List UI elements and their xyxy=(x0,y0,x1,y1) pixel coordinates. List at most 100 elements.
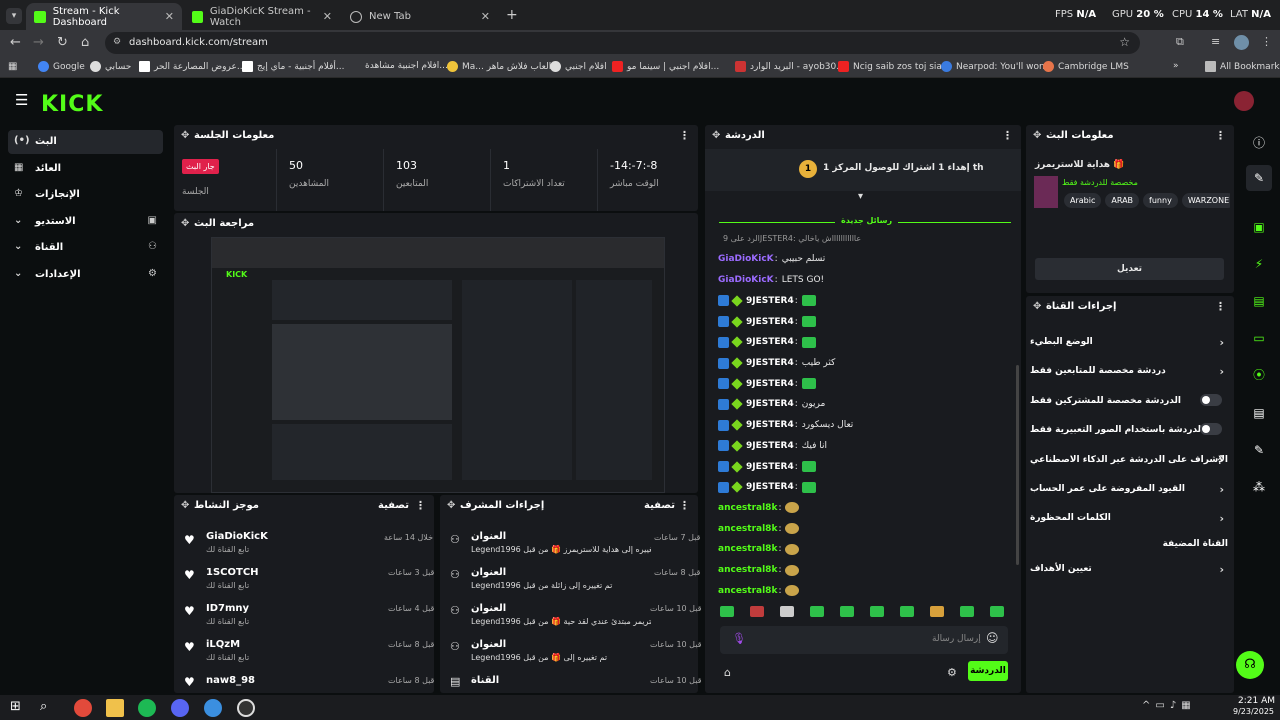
sidebar-item-stream[interactable]: (•) البث xyxy=(8,130,163,154)
list-item[interactable]: العنوانLegend1996 تم تغييره إلى لوقت است… xyxy=(471,603,651,626)
action-followers-only[interactable]: دردشة مخصصة للمتابعين فقط › xyxy=(1030,365,1230,378)
emote-icon[interactable] xyxy=(720,606,734,617)
tray-icons[interactable]: ^▭♪▦ xyxy=(1142,700,1196,711)
action-ai-moderation[interactable]: الإشراف على الدردشة عبر الذكاء الاصطناعي… xyxy=(1030,454,1230,465)
discord-icon[interactable] xyxy=(171,699,189,717)
list-item[interactable]: naw8_98 xyxy=(206,675,255,686)
lightning-icon[interactable]: ⚡ xyxy=(1246,251,1272,277)
emote-icon[interactable] xyxy=(870,606,884,617)
action-slow-mode[interactable]: الوضع البطيء › xyxy=(1030,336,1230,349)
chat-message[interactable]: 9JESTER4: xyxy=(718,481,816,493)
reload-icon[interactable]: ↻ xyxy=(57,35,68,50)
chat-message[interactable]: GiaDioKicK: تسلم حبيبي xyxy=(718,254,825,264)
sidebar-item-studio[interactable]: ⌄ الاستديو ▣ xyxy=(8,210,163,234)
user-avatar[interactable] xyxy=(1234,91,1254,111)
sidebar-item-settings[interactable]: ⌄ الإعدادات ⚙ xyxy=(8,263,163,287)
extensions-icon[interactable]: ⧉ xyxy=(1176,35,1184,49)
chat-username[interactable]: 9JESTER4 xyxy=(746,462,794,472)
edit-icon[interactable]: ✎ xyxy=(1246,165,1272,191)
new-tab-button[interactable]: + xyxy=(506,7,518,23)
chat-store-icon[interactable]: ⌂ xyxy=(724,666,731,679)
chat-scrollbar[interactable] xyxy=(1016,365,1019,565)
chat-username[interactable]: 9JESTER4 xyxy=(746,482,794,492)
bookmark-8[interactable]: افلام اجنبي | سينما مو... xyxy=(612,61,719,72)
move-icon[interactable]: ✥ xyxy=(181,218,189,229)
action-host-channel[interactable]: القناة المضيفة xyxy=(1030,539,1228,549)
move-icon[interactable]: ✥ xyxy=(1033,130,1041,141)
widget-icon[interactable]: ▣ xyxy=(1246,214,1272,240)
wrench-icon[interactable]: ✎ xyxy=(1246,437,1272,463)
emote-icon[interactable] xyxy=(960,606,974,617)
more-icon[interactable]: ⋮ xyxy=(1002,129,1013,142)
move-icon[interactable]: ✥ xyxy=(1033,301,1041,312)
chat-username[interactable]: 9JESTER4 xyxy=(746,337,794,347)
sidebar-item-achievements[interactable]: ♔ الإنجازات xyxy=(8,183,163,207)
forward-icon[interactable]: → xyxy=(33,35,44,50)
chat-message[interactable]: 9JESTER4: xyxy=(718,460,816,473)
chat-username[interactable]: ancestral8k xyxy=(718,565,777,575)
close-icon[interactable]: ✕ xyxy=(481,10,490,23)
nodes-icon[interactable]: ⁂ xyxy=(1246,474,1272,500)
more-icon[interactable]: ⋮ xyxy=(1215,300,1226,313)
back-icon[interactable]: ← xyxy=(10,35,21,50)
tab-search-icon[interactable]: ▾ xyxy=(6,8,22,24)
chat-message[interactable]: ancestral8k: xyxy=(718,523,800,535)
pin-collapse-icon[interactable]: ▾ xyxy=(858,191,863,202)
more-icon[interactable]: ⋮ xyxy=(415,499,426,512)
file-explorer-icon[interactable] xyxy=(106,699,124,717)
clock-time[interactable]: 2:21 AM xyxy=(1238,696,1275,706)
filter-button[interactable]: تصفية xyxy=(644,500,675,511)
action-subscribers-only[interactable]: الدردشة مخصصة للمشتركين فقط xyxy=(1030,394,1230,406)
more-icon[interactable]: ⋮ xyxy=(1215,129,1226,142)
bookmark-6[interactable]: Ma... العاب فلاش ماهر xyxy=(447,61,551,72)
action-banned-words[interactable]: الكلمات المحظورة › xyxy=(1030,512,1230,525)
layout-icon[interactable]: ▤ xyxy=(1246,400,1272,426)
emote-icon[interactable] xyxy=(810,606,824,617)
tab-new-tab[interactable]: New Tab ✕ xyxy=(342,3,498,30)
chat-message[interactable]: ancestral8k: xyxy=(718,543,800,555)
chat-message[interactable]: 9JESTER4: xyxy=(718,336,816,348)
chat-input[interactable]: 🎙 إرسال رسالة ☺ xyxy=(720,626,1008,654)
chat-icon[interactable]: ▭ xyxy=(1246,325,1272,351)
bookmark-5[interactable]: افلام اجنبية مشاهدة... xyxy=(365,61,448,71)
action-account-age[interactable]: القيود المفروضة على عمر الحساب › xyxy=(1030,483,1230,496)
chat-username[interactable]: 9JESTER4 xyxy=(746,317,794,327)
stream-preview-video[interactable]: KICK xyxy=(211,237,665,493)
bookmark-4[interactable]: أفلام أجنبية - ماي إيج... xyxy=(242,61,345,72)
category-label[interactable]: مخصصة للدردشة فقط xyxy=(1062,178,1138,187)
tag-pill[interactable]: ARAB xyxy=(1105,193,1140,208)
all-bookmarks[interactable]: All Bookmarks xyxy=(1205,61,1280,72)
chat-username[interactable]: 9JESTER4 xyxy=(746,441,794,451)
chat-message[interactable]: 9JESTER4: xyxy=(718,295,816,307)
bookmark-2[interactable]: حسابي xyxy=(90,61,131,72)
close-icon[interactable]: ✕ xyxy=(323,10,332,23)
clock-date[interactable]: 9/23/2025 xyxy=(1233,707,1274,716)
chat-message[interactable]: 9JESTER4: xyxy=(718,315,816,328)
subscribers-only-toggle[interactable] xyxy=(1200,394,1222,406)
move-icon[interactable]: ✥ xyxy=(181,130,189,141)
sidebar-item-revenue[interactable]: ▦ العائد xyxy=(8,157,163,181)
chat-username[interactable]: 9JESTER4 xyxy=(746,420,794,430)
chat-username[interactable]: 9JESTER4 xyxy=(746,296,794,306)
bookmark-11[interactable]: Nearpod: You'll won... xyxy=(941,61,1053,72)
chrome-icon[interactable] xyxy=(204,699,222,717)
emote-icon[interactable] xyxy=(750,606,764,617)
chat-goal-banner[interactable]: 1 إهداء 1 اشتراك للوصول المركز 1 th xyxy=(705,149,1021,191)
category-thumbnail[interactable] xyxy=(1034,176,1058,208)
close-icon[interactable]: ✕ xyxy=(165,10,174,23)
bookmark-google[interactable]: Google xyxy=(38,61,85,72)
emoji-icon[interactable]: ☺ xyxy=(986,631,999,645)
list-item[interactable]: GiaDioKicK تابع القناة لك xyxy=(206,531,268,554)
chat-send-button[interactable]: الدردشة xyxy=(968,661,1008,681)
chat-message[interactable]: 9JESTER4: تعال ديسكورد xyxy=(718,419,853,431)
emote-icon[interactable] xyxy=(990,606,1004,617)
chat-username[interactable]: ancestral8k xyxy=(718,503,777,513)
more-icon[interactable]: ⋮ xyxy=(679,499,690,512)
tag-pill[interactable]: funny xyxy=(1143,193,1178,208)
hamburger-menu-icon[interactable]: ☰ xyxy=(15,91,28,109)
move-icon[interactable]: ✥ xyxy=(181,500,189,511)
list-item[interactable]: iLQzM تابع القناة لك xyxy=(206,639,249,662)
emotes-only-toggle[interactable] xyxy=(1200,423,1222,435)
chat-message[interactable]: 9JESTER4: مريون xyxy=(718,398,825,411)
chat-message[interactable]: GiaDioKicK: LETS GO! xyxy=(718,275,824,285)
